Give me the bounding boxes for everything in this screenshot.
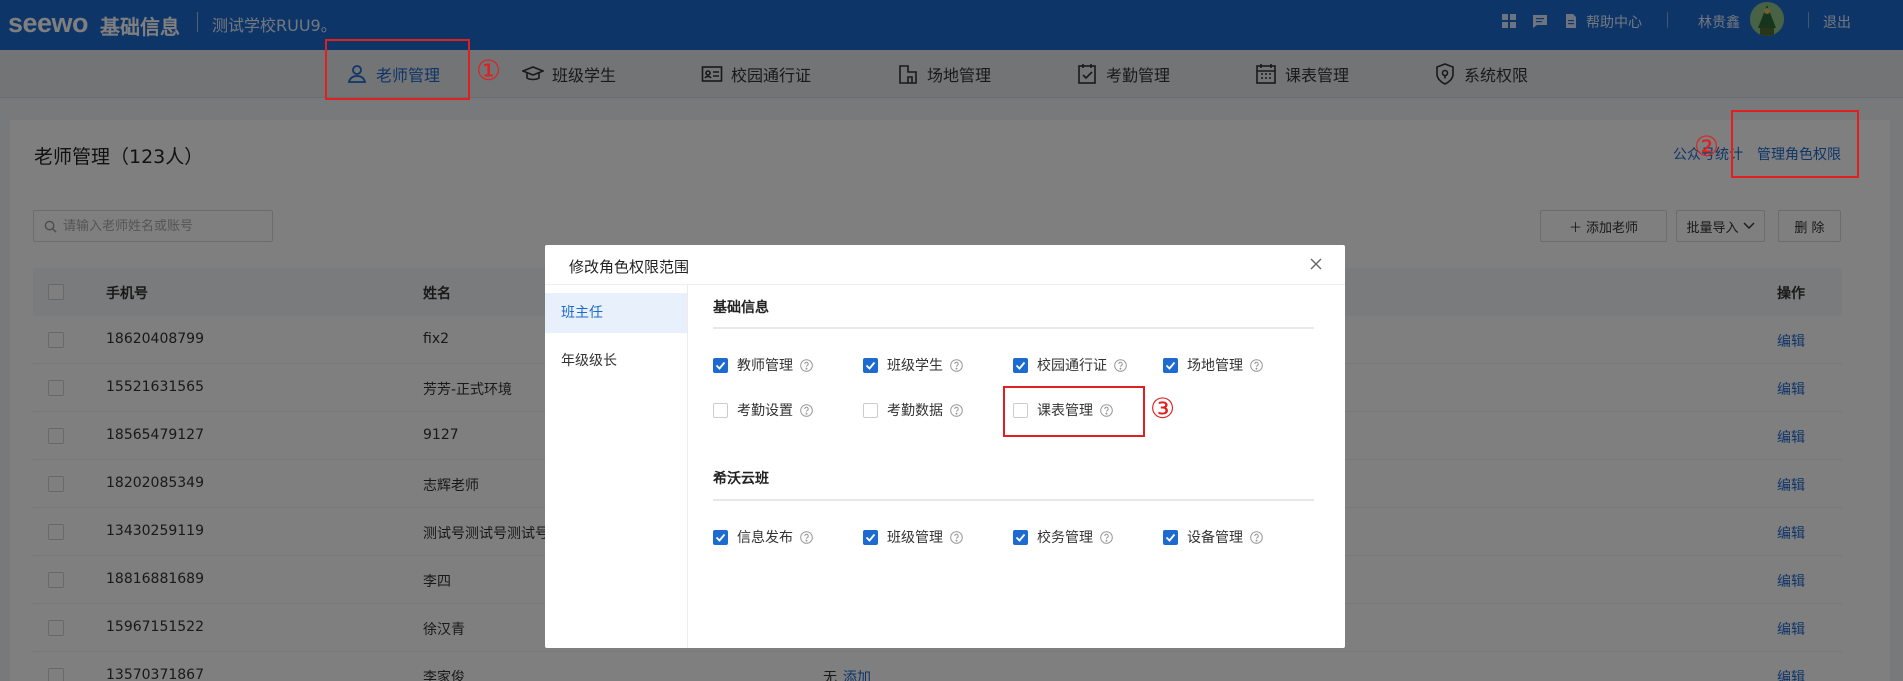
- perm-class-students[interactable]: 班级学生: [863, 355, 963, 375]
- edit-role-permissions-dialog: 修改角色权限范围 班主任 年级级长 基础信息 教师管理 班级学生 校园通行证 场…: [545, 245, 1345, 648]
- checkbox-checked[interactable]: [863, 357, 878, 373]
- annotation-marker-3: ③: [1150, 392, 1176, 425]
- help-icon[interactable]: [800, 403, 813, 417]
- checkbox-checked[interactable]: [1163, 357, 1178, 373]
- section-title: 希沃云班: [713, 471, 769, 487]
- help-icon[interactable]: [1250, 530, 1263, 544]
- role-item-grade-leader[interactable]: 年级级长: [545, 341, 687, 381]
- checkbox-unchecked[interactable]: [713, 402, 728, 418]
- section-title: 基础信息: [713, 300, 769, 316]
- perm-label: 校园通行证: [1037, 358, 1107, 374]
- divider: [713, 327, 1314, 329]
- perm-device-management[interactable]: 设备管理: [1163, 527, 1263, 547]
- perm-label: 校务管理: [1037, 530, 1093, 546]
- help-icon[interactable]: [1250, 358, 1263, 372]
- checkbox-unchecked[interactable]: [1013, 402, 1028, 418]
- perm-class-management[interactable]: 班级管理: [863, 527, 963, 547]
- perm-school-affairs[interactable]: 校务管理: [1013, 527, 1113, 547]
- help-icon[interactable]: [950, 530, 963, 544]
- perm-label: 教师管理: [737, 358, 793, 374]
- help-icon[interactable]: [1100, 403, 1113, 417]
- checkbox-checked[interactable]: [713, 529, 728, 545]
- role-list: 班主任 年级级长: [545, 285, 688, 648]
- perm-attendance-data[interactable]: 考勤数据: [863, 400, 963, 420]
- checkbox-checked[interactable]: [1013, 529, 1028, 545]
- perm-teacher-management[interactable]: 教师管理: [713, 355, 813, 375]
- checkbox-checked[interactable]: [863, 529, 878, 545]
- perm-label: 课表管理: [1037, 403, 1093, 419]
- perm-campus-pass[interactable]: 校园通行证: [1013, 355, 1127, 375]
- perm-label: 场地管理: [1187, 358, 1243, 374]
- help-icon[interactable]: [800, 530, 813, 544]
- perm-attendance-settings[interactable]: 考勤设置: [713, 400, 813, 420]
- divider: [713, 499, 1314, 501]
- perm-label: 设备管理: [1187, 530, 1243, 546]
- perm-venue-management[interactable]: 场地管理: [1163, 355, 1263, 375]
- checkbox-checked[interactable]: [1013, 357, 1028, 373]
- perm-label: 考勤设置: [737, 403, 793, 419]
- perm-label: 信息发布: [737, 530, 793, 546]
- help-icon[interactable]: [1100, 530, 1113, 544]
- dialog-header: 修改角色权限范围: [545, 245, 1345, 285]
- help-icon[interactable]: [950, 403, 963, 417]
- role-item-head-teacher[interactable]: 班主任: [545, 293, 687, 333]
- perm-label: 班级学生: [887, 358, 943, 374]
- annotation-marker-1: ①: [476, 54, 502, 87]
- perm-timetable-management[interactable]: 课表管理: [1013, 400, 1113, 420]
- help-icon[interactable]: [1114, 358, 1127, 372]
- annotation-marker-2: ②: [1694, 130, 1720, 163]
- help-icon[interactable]: [800, 358, 813, 372]
- checkbox-unchecked[interactable]: [863, 402, 878, 418]
- checkbox-checked[interactable]: [713, 357, 728, 373]
- perm-info-publish[interactable]: 信息发布: [713, 527, 813, 547]
- perm-label: 班级管理: [887, 530, 943, 546]
- help-icon[interactable]: [950, 358, 963, 372]
- checkbox-checked[interactable]: [1163, 529, 1178, 545]
- close-icon[interactable]: [1309, 257, 1323, 271]
- perm-label: 考勤数据: [887, 403, 943, 419]
- dialog-title: 修改角色权限范围: [569, 258, 690, 276]
